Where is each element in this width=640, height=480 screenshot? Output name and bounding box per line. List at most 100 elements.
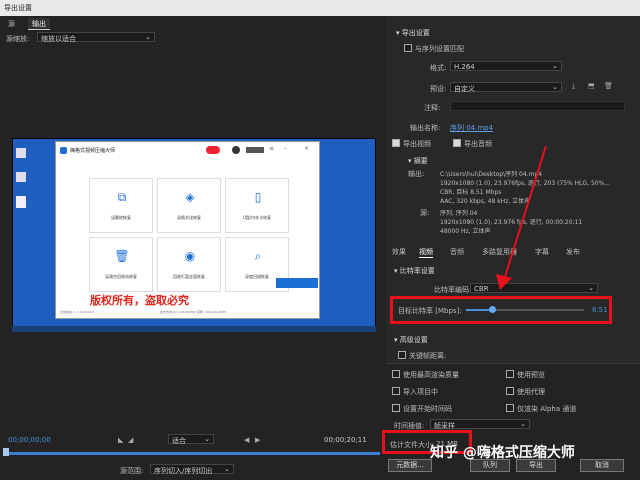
mark-out-icon[interactable]: ◢	[128, 436, 133, 444]
comment-label: 注释:	[424, 104, 441, 112]
login-button	[246, 147, 264, 153]
time-interp-select[interactable]: 帧采样 ⌄	[430, 419, 530, 430]
copyright-watermark: 版权所有，盗取必究	[90, 294, 189, 307]
chevron-down-icon: ⌄	[224, 465, 230, 473]
card-label: 误格式化恢复	[177, 215, 201, 220]
scale-value: 缩放以适合	[41, 35, 76, 43]
recovery-card: ◉ 回收/C盘全面恢复	[157, 237, 221, 292]
zhihu-watermark: 知乎 @嗨格式压缩大师	[430, 445, 575, 461]
summary-source-label: 源:	[420, 209, 430, 217]
cancel-button[interactable]: 取消	[580, 459, 624, 472]
use-proxy-checkbox[interactable]	[506, 387, 514, 395]
delete-recovery-icon: ⧉	[117, 190, 127, 204]
magnifier-icon: ⌕	[254, 249, 262, 263]
disk-icon: ◉	[184, 249, 196, 263]
tab-publish[interactable]: 发布	[566, 247, 580, 257]
use-proxy-label: 使用代理	[517, 388, 545, 396]
chevron-down-icon: ⌄	[204, 435, 210, 443]
timecode-start: 00;00;00;00	[8, 436, 51, 444]
fit-select[interactable]: 适合 ⌄	[168, 434, 214, 445]
step-back-icon[interactable]: ◀	[244, 436, 249, 444]
keyframe-checkbox[interactable]	[398, 351, 406, 359]
desktop-icon	[16, 148, 26, 158]
layers-icon: ◈	[185, 190, 195, 204]
match-sequence-label: 与序列设置匹配	[415, 45, 464, 53]
source-range-value: 序列切入/序列切出	[154, 467, 213, 475]
window-titlebar: 导出设置	[0, 0, 640, 16]
tab-source[interactable]: 源	[4, 18, 19, 30]
chevron-down-icon: ⌄	[520, 420, 526, 428]
window-title: 导出设置	[4, 4, 32, 12]
timeline-bar[interactable]	[6, 452, 380, 455]
summary-title: 摘要	[413, 157, 428, 165]
app-logo-icon	[60, 147, 67, 154]
arrow-line	[503, 145, 547, 281]
advanced-section-toggle[interactable]: ▾ 高级设置	[394, 335, 428, 345]
taskbar	[12, 326, 376, 332]
save-preset-icon[interactable]: ⤓	[572, 82, 575, 91]
time-interp-value: 帧采样	[434, 422, 455, 430]
preset-label: 预设:	[430, 85, 447, 93]
tab-video[interactable]: 视频	[419, 247, 433, 258]
source-range-select[interactable]: 序列切入/序列切出 ⌄	[150, 464, 234, 475]
recovery-card: ◈ 误格式化恢复	[157, 178, 221, 233]
promo-banner	[276, 278, 318, 288]
sd-card-icon: ▯	[254, 190, 262, 204]
desktop-icon	[16, 196, 26, 208]
import-project-checkbox[interactable]	[392, 387, 400, 395]
export-section-toggle[interactable]: ▾ 导出设置	[396, 28, 430, 38]
bitrate-section-toggle[interactable]: ▾ 比特率设置	[394, 266, 435, 276]
highlight-target-bitrate	[390, 296, 612, 324]
format-select[interactable]: H.264 ⌄	[450, 61, 562, 71]
step-forward-icon[interactable]: ▶	[255, 436, 260, 444]
preset-select[interactable]: 自定义 ⌄	[450, 82, 562, 93]
start-timecode-checkbox[interactable]	[392, 404, 400, 412]
match-sequence-checkbox[interactable]	[404, 44, 412, 52]
preset-value: 自定义	[454, 85, 475, 93]
desktop-icon	[16, 172, 26, 182]
chevron-down-icon: ⌄	[588, 284, 594, 292]
summary-output-label: 输出:	[408, 170, 425, 178]
summary-source-line: 序列, 序列 04	[440, 210, 478, 217]
output-name-link[interactable]: 序列 04.mp4	[450, 123, 493, 133]
recovery-card: 🗑 误清空回收站恢复	[89, 237, 153, 292]
tab-output[interactable]: 输出	[28, 18, 50, 30]
timecode-end: 00;00;20;11	[324, 436, 367, 444]
annotation-arrow	[496, 145, 547, 290]
use-preview-label: 使用预览	[517, 371, 545, 379]
comment-input[interactable]	[450, 101, 625, 111]
export-video-checkbox[interactable]	[392, 139, 400, 147]
import-preset-icon[interactable]: ⬒	[588, 82, 595, 90]
use-preview-checkbox[interactable]	[506, 370, 514, 378]
export-audio-label: 导出音频	[464, 140, 492, 148]
arrow-head	[496, 274, 512, 290]
recovery-card: ▯ U盘/内存卡恢复	[225, 178, 289, 233]
fit-value: 适合	[172, 437, 186, 445]
bitrate-encoding-label: 比特率编码:	[434, 286, 472, 294]
tab-effects[interactable]: 效果	[392, 247, 406, 257]
max-quality-checkbox[interactable]	[392, 370, 400, 378]
app-window: 嗨格式视频压缩大师 ≡ – × ⧉ 误删除恢复 ◈ 误格式化恢复 ▯ U盘/内存…	[55, 141, 320, 319]
scale-select[interactable]: 缩放以适合 ⌄	[37, 32, 155, 43]
app-title: 嗨格式视频压缩大师	[70, 148, 116, 154]
support-text: 技术支持QQ: 123456789 官网: 400-020-0588	[160, 310, 227, 314]
delete-preset-icon[interactable]: 🗑	[604, 82, 613, 90]
format-value: H.264	[454, 63, 475, 71]
scale-label: 源缩放:	[6, 35, 30, 43]
summary-toggle[interactable]: ▾ 摘要	[408, 156, 428, 166]
export-audio-checkbox[interactable]	[453, 139, 461, 147]
max-quality-label: 使用最高渲染质量	[403, 371, 459, 379]
metadata-button[interactable]: 元数据...	[388, 459, 432, 472]
tab-audio[interactable]: 音频	[450, 247, 464, 257]
playhead[interactable]	[3, 448, 9, 456]
bitrate-encoding-value: CBR	[474, 285, 489, 293]
trash-icon: 🗑	[114, 249, 130, 263]
export-video-label: 导出视频	[403, 140, 431, 148]
alpha-only-checkbox[interactable]	[506, 404, 514, 412]
chevron-down-icon: ⌄	[552, 83, 558, 91]
chevron-down-icon: ⌄	[552, 62, 558, 70]
export-section-title: 导出设置	[401, 29, 430, 37]
mark-in-icon[interactable]: ◣	[118, 436, 123, 444]
minimize-icon: –	[284, 145, 287, 152]
card-label: 误删除恢复	[111, 215, 131, 220]
